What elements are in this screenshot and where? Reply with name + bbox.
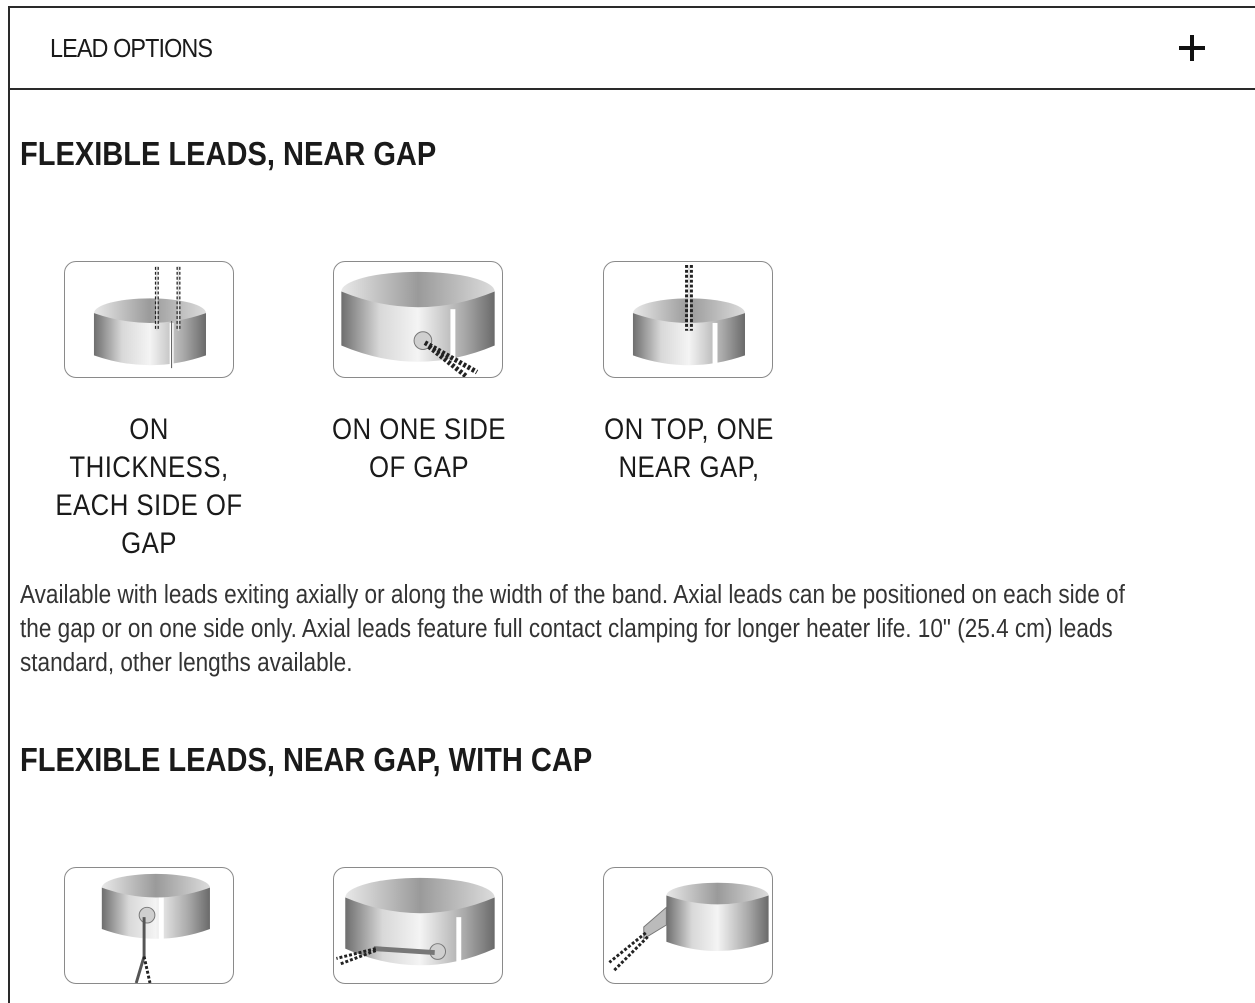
option-caption-one-side: ON ONE SIDE OF GAP [332, 413, 506, 484]
plus-icon[interactable] [1179, 35, 1205, 61]
lead-option-image-one-side[interactable] [333, 261, 503, 378]
band-heater-icon [632, 264, 746, 369]
section-heading-flexible-leads-near-gap: FLEXIBLE LEADS, NEAR GAP [20, 135, 437, 172]
lead-option-image-on-thickness[interactable] [64, 261, 234, 378]
lead-option-image-on-top[interactable] [603, 261, 773, 378]
accordion-title: LEAD OPTIONS [50, 32, 213, 63]
lead-option-image-cap-3[interactable] [603, 867, 773, 984]
option-caption-on-thickness: ON THICKNESS, EACH SIDE OF GAP [55, 413, 243, 560]
band-heater-icon [341, 271, 495, 377]
band-heater-icon [101, 873, 210, 983]
section-description: Available with leads exiting axially or … [20, 581, 1125, 677]
band-heater-icon [608, 882, 769, 972]
option-caption-on-top: ON TOP, ONE NEAR GAP, [604, 413, 774, 484]
section-heading-flexible-leads-with-cap: FLEXIBLE LEADS, NEAR GAP, WITH CAP [20, 741, 593, 778]
band-heater-icon [336, 877, 495, 979]
band-heater-icon [93, 266, 207, 369]
lead-option-image-cap-2[interactable] [333, 867, 503, 984]
accordion-header[interactable]: LEAD OPTIONS [8, 6, 1255, 90]
lead-option-image-cap-1[interactable] [64, 867, 234, 984]
